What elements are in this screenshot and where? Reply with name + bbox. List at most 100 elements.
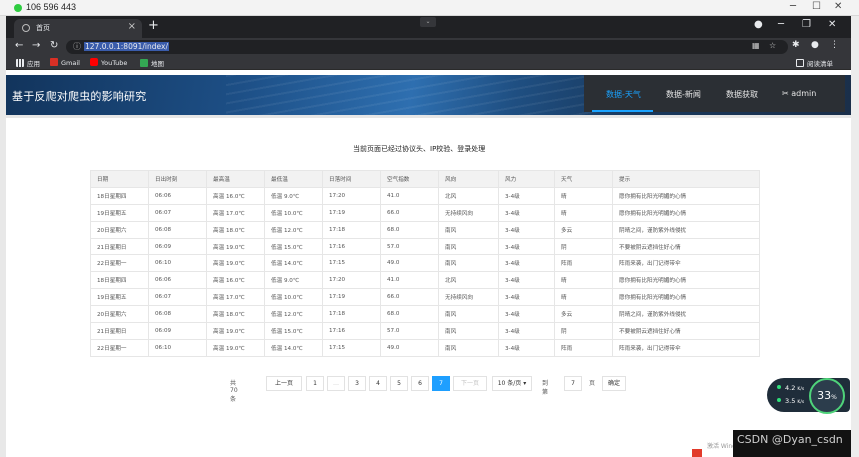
table-cell: 19日星期五 — [90, 288, 149, 307]
reading-list-icon — [796, 59, 804, 67]
table-cell: 不要被阴云遮挡住好心情 — [612, 237, 760, 256]
new-tab-icon[interactable]: + — [148, 18, 159, 33]
menu-dots-icon[interactable]: ⋮ — [830, 40, 839, 50]
forward-icon[interactable]: → — [32, 40, 40, 51]
address-bar[interactable]: ⓘ 127.0.0.1:8091/index/ ▦ ☆ — [66, 40, 788, 54]
page-button-7[interactable]: 7 — [432, 376, 450, 391]
table-cell: 17:19 — [322, 288, 381, 307]
table-cell: 3-4级 — [498, 288, 555, 307]
account-icon[interactable]: ● — [811, 40, 819, 50]
table-cell: 17:15 — [322, 338, 381, 357]
apps-grid-icon — [16, 59, 24, 67]
table-cell: 06:06 — [148, 186, 207, 205]
tab-close-icon[interactable]: × — [128, 21, 136, 32]
column-header: 最低温 — [264, 170, 323, 188]
table-cell: 高温 17.0℃ — [206, 203, 265, 222]
table-cell: 高温 19.0℃ — [206, 237, 265, 256]
table-cell: 多云 — [554, 305, 613, 324]
bookmark-gmail[interactable]: Gmail — [50, 58, 80, 67]
page-button-3[interactable]: 3 — [348, 376, 366, 391]
table-cell: 南风 — [438, 254, 499, 273]
browser-window: 首页 × + ⌄ ● ─ ❐ ✕ ← → ↻ ⓘ 127.0.0.1:8091/… — [6, 16, 851, 457]
site-info-icon[interactable]: ⓘ — [73, 41, 81, 52]
table-header-row: 日期 日出时刻 最高温 最低温 日落时间 空气指数 风向 风力 天气 提示 — [90, 170, 760, 188]
bookmark-apps[interactable]: 应用 — [16, 58, 40, 68]
table-cell: 无持续风向 — [438, 288, 499, 307]
page-button-5[interactable]: 5 — [390, 376, 408, 391]
youtube-icon — [90, 58, 98, 66]
weather-table: 日期 日出时刻 最高温 最低温 日落时间 空气指数 风向 风力 天气 提示 18日星期四 06:06… — [90, 170, 760, 357]
table-cell: 阵雨 — [554, 338, 613, 357]
url-text[interactable]: 127.0.0.1:8091/index/ — [84, 42, 169, 51]
table-cell: 41.0 — [380, 271, 439, 290]
back-icon[interactable]: ← — [15, 40, 23, 51]
page-button-6[interactable]: 6 — [411, 376, 429, 391]
table-cell: 愿你拥有比阳光明媚的心情 — [612, 186, 760, 205]
goto-confirm-button[interactable]: 确定 — [602, 376, 626, 391]
table-cell: 20日星期六 — [90, 305, 149, 324]
table-cell: 3-4级 — [498, 322, 555, 340]
reading-list[interactable]: 阅读清单 — [796, 58, 833, 68]
table-row: 22日星期一 06:10 高温 19.0℃ 低温 14.0℃ 17:15 49.0 南风 3-… — [90, 338, 760, 357]
pagination-total: 共 70 条 — [230, 380, 238, 403]
column-header: 日落时间 — [322, 170, 381, 188]
page-button-1[interactable]: 1 — [306, 376, 324, 391]
table-cell: 南风 — [438, 322, 499, 340]
bookmark-star-icon[interactable]: ☆ — [769, 41, 776, 50]
qr-code-icon[interactable]: ▦ — [752, 41, 760, 50]
tab-search-icon[interactable]: ⌄ — [420, 17, 436, 27]
extensions-icon[interactable]: ✱ — [792, 40, 800, 50]
table-row: 18日星期四 06:06 高温 16.0℃ 低温 9.0℃ 17:20 41.0 北风 3-4… — [90, 271, 760, 290]
tab-bar: 首页 × + ⌄ ● ─ ❐ ✕ — [6, 16, 851, 38]
page-size-select[interactable]: 10 条/页 ▾ — [492, 376, 532, 391]
bookmark-youtube[interactable]: YouTube — [90, 58, 127, 67]
table-cell: 17:20 — [322, 271, 381, 290]
table-cell: 阴晴之间，谨防紫外线侵扰 — [612, 305, 760, 324]
reload-icon[interactable]: ↻ — [50, 40, 58, 51]
nav-fetch[interactable]: 数据获取 — [726, 89, 758, 100]
globe-icon — [22, 24, 30, 32]
profile-circle-icon[interactable]: ● — [754, 19, 763, 30]
table-cell: 高温 16.0℃ — [206, 186, 265, 205]
outer-window-strip: 106 596 443 ─ ☐ ✕ — [0, 0, 859, 16]
nav-weather[interactable]: 数据-天气 — [606, 89, 641, 100]
bookmarks-bar: 应用 Gmail YouTube 地图 阅读清单 — [6, 56, 851, 70]
page-button-4[interactable]: 4 — [369, 376, 387, 391]
table-cell: 低温 14.0℃ — [264, 254, 323, 273]
table-cell: 高温 16.0℃ — [206, 271, 265, 290]
red-flag-icon — [692, 449, 702, 457]
minimize-icon[interactable]: ─ — [778, 19, 784, 30]
download-dot-icon — [777, 398, 781, 402]
table-cell: 17:15 — [322, 254, 381, 273]
table-cell: 06:07 — [148, 288, 207, 307]
close-window-icon[interactable]: ✕ — [828, 19, 836, 30]
outer-maximize-icon[interactable]: ☐ — [812, 1, 821, 12]
table-cell: 高温 18.0℃ — [206, 305, 265, 324]
bookmark-maps[interactable]: 地图 — [140, 58, 164, 68]
restore-icon[interactable]: ❐ — [802, 19, 811, 30]
outer-close-icon[interactable]: ✕ — [834, 1, 842, 12]
table-cell: 17:16 — [322, 237, 381, 256]
table-cell: 18日星期四 — [90, 271, 149, 290]
table-cell: 3-4级 — [498, 338, 555, 357]
table-cell: 21日星期日 — [90, 322, 149, 340]
table-cell: 3-4级 — [498, 237, 555, 256]
table-cell: 低温 10.0℃ — [264, 288, 323, 307]
table-cell: 南风 — [438, 338, 499, 357]
next-page-button[interactable]: 下一页 — [453, 376, 487, 391]
nav-news[interactable]: 数据-新闻 — [666, 89, 701, 100]
nav-user[interactable]: ✂ admin — [782, 89, 816, 98]
column-header: 天气 — [554, 170, 613, 188]
table-cell: 17:16 — [322, 322, 381, 340]
usage-gauge[interactable]: 33% — [809, 378, 845, 414]
goto-page-input[interactable]: 7 — [564, 376, 582, 391]
table-cell: 21日星期日 — [90, 237, 149, 256]
table-cell: 17:18 — [322, 220, 381, 239]
table-cell: 06:10 — [148, 338, 207, 357]
prev-page-button[interactable]: 上一页 — [266, 376, 302, 391]
table-cell: 06:09 — [148, 322, 207, 340]
outer-minimize-icon[interactable]: ─ — [790, 1, 796, 12]
watermark-text: CSDN @Dyan_csdn — [737, 433, 843, 446]
status-dot-icon — [14, 4, 22, 12]
browser-tab[interactable]: 首页 × — [14, 19, 142, 38]
